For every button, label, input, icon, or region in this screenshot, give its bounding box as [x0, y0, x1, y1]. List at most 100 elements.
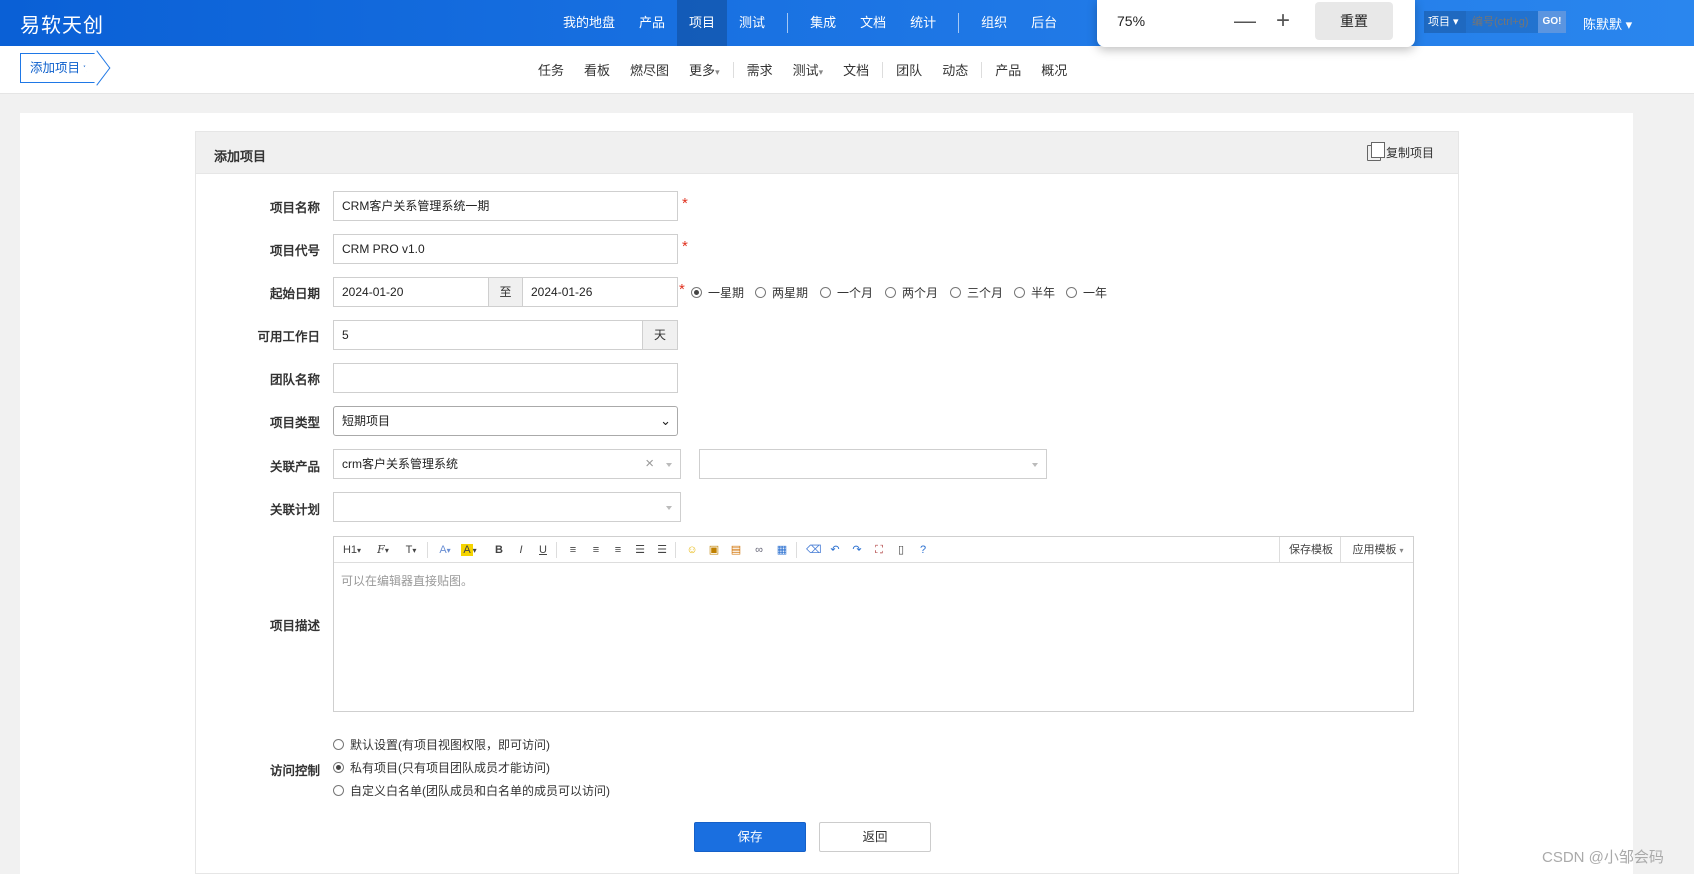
font-family-button[interactable]: F▾ — [372, 542, 394, 558]
redo-icon[interactable]: ↷ — [850, 542, 864, 558]
subnav-dynamic[interactable]: 动态 — [932, 60, 978, 79]
nav-item-company[interactable]: 组织 — [969, 0, 1019, 46]
duration-option-week[interactable]: 一星期 — [691, 284, 744, 301]
breadcrumb-add-project[interactable]: 添加项目 ▾ — [20, 53, 99, 83]
project-name-input[interactable]: CRM客户关系管理系统一期 — [333, 191, 678, 221]
nav-item-report[interactable]: 统计 — [898, 0, 948, 46]
subnav-view[interactable]: 概况 — [1031, 60, 1077, 79]
project-type-value: 短期项目 — [342, 414, 391, 428]
user-menu[interactable]: 陈默默 ▾ — [1583, 14, 1632, 33]
background-color-label: A — [461, 544, 473, 556]
clear-icon[interactable]: × — [645, 450, 654, 478]
fullscreen-icon[interactable]: ⛶ — [872, 542, 886, 558]
align-right-icon[interactable]: ≡ — [611, 542, 625, 558]
end-date-input[interactable]: 2024-01-26 — [522, 277, 678, 307]
apply-template-button[interactable]: 应用模板 ▾ — [1348, 542, 1408, 558]
link-icon[interactable]: ∞ — [751, 542, 767, 558]
plan-select[interactable] — [333, 492, 681, 522]
subnav-doc[interactable]: 文档 — [833, 60, 879, 79]
copy-project-button[interactable]: 复制项目 — [1366, 141, 1434, 161]
nav-item-admin[interactable]: 后台 — [1019, 0, 1069, 46]
project-code-input[interactable]: CRM PRO v1.0 — [333, 234, 678, 264]
subnav-burndown[interactable]: 燃尽图 — [620, 60, 679, 79]
brand-logo[interactable]: 易软天创 — [20, 9, 104, 38]
zoom-popup: 75% — + 重置 — [1097, 0, 1415, 47]
caret-down-icon — [1032, 463, 1038, 467]
radio-unchecked — [820, 287, 831, 298]
radio-checked — [691, 287, 702, 298]
emoji-icon[interactable]: ☺ — [685, 542, 699, 558]
ordered-list-icon[interactable]: ☰ — [633, 542, 647, 558]
font-color-button[interactable]: A▾ — [436, 542, 454, 558]
subnav-product[interactable]: 产品 — [985, 60, 1031, 79]
save-button[interactable]: 保存 — [694, 822, 806, 852]
zoom-out-button[interactable]: — — [1233, 8, 1257, 36]
zoom-in-button[interactable]: + — [1271, 8, 1295, 36]
image-icon[interactable]: ▣ — [707, 542, 721, 558]
back-button[interactable]: 返回 — [819, 822, 931, 852]
nav-item-qa[interactable]: 测试 — [727, 0, 777, 46]
nav-item-doc[interactable]: 文档 — [848, 0, 898, 46]
subnav-task[interactable]: 任务 — [528, 60, 574, 79]
duration-option-two-months[interactable]: 两个月 — [885, 284, 938, 301]
subnav-more[interactable]: 更多▾ — [679, 60, 730, 79]
help-icon[interactable]: ? — [916, 542, 930, 558]
chevron-down-icon: ▾ — [818, 67, 824, 77]
source-code-icon[interactable]: ▯ — [894, 542, 908, 558]
start-date-input[interactable]: 2024-01-20 — [333, 277, 489, 307]
radio-unchecked — [333, 785, 344, 796]
duration-option-half-year[interactable]: 半年 — [1014, 284, 1055, 301]
nav-divider — [787, 13, 789, 33]
subnav-divider — [732, 61, 734, 78]
heading-button[interactable]: H1▾ — [340, 542, 364, 558]
file-icon[interactable]: ▤ — [729, 542, 743, 558]
undo-icon[interactable]: ↶ — [828, 542, 842, 558]
duration-option-two-weeks[interactable]: 两星期 — [755, 284, 808, 301]
nav-divider — [958, 13, 960, 33]
subnav-test[interactable]: 测试▾ — [783, 60, 834, 79]
toolbar-divider — [675, 542, 676, 558]
align-left-icon[interactable]: ≡ — [566, 542, 580, 558]
product-value: crm客户关系管理系统 — [342, 457, 458, 471]
acl-option-whitelist[interactable]: 自定义白名单(团队成员和白名单的成员可以访问) — [333, 782, 610, 799]
align-center-icon[interactable]: ≡ — [589, 542, 603, 558]
subnav-divider — [882, 61, 884, 78]
subnav-story[interactable]: 需求 — [737, 60, 783, 79]
background-color-button[interactable]: A ▾ — [460, 542, 478, 558]
radio-unchecked — [1066, 287, 1077, 298]
unordered-list-icon[interactable]: ☰ — [655, 542, 669, 558]
search-go-button[interactable]: GO! — [1538, 11, 1566, 33]
product-branch-select[interactable] — [699, 449, 1047, 479]
nav-item-ci[interactable]: 集成 — [798, 0, 848, 46]
table-icon[interactable]: ▦ — [775, 542, 789, 558]
search-input[interactable] — [1466, 11, 1538, 33]
underline-button[interactable]: U — [537, 542, 549, 558]
zoom-reset-button[interactable]: 重置 — [1315, 2, 1393, 40]
project-type-select[interactable]: 短期项目 ⌄ — [333, 406, 678, 436]
bold-button[interactable]: B — [493, 542, 505, 558]
radio-unchecked — [885, 287, 896, 298]
duration-option-year[interactable]: 一年 — [1066, 284, 1107, 301]
required-mark: * — [679, 281, 685, 298]
chevron-down-icon: ▾ — [715, 67, 720, 77]
subnav-divider — [981, 61, 983, 78]
nav-item-product[interactable]: 产品 — [627, 0, 677, 46]
save-template-button[interactable]: 保存模板 — [1287, 542, 1335, 558]
italic-button[interactable]: I — [515, 542, 527, 558]
nav-item-dashboard[interactable]: 我的地盘 — [551, 0, 627, 46]
subnav-more-label: 更多 — [689, 63, 716, 78]
subnav-kanban[interactable]: 看板 — [574, 60, 620, 79]
product-select[interactable]: crm客户关系管理系统 × — [333, 449, 681, 479]
subnav-team[interactable]: 团队 — [886, 60, 932, 79]
duration-option-month[interactable]: 一个月 — [820, 284, 873, 301]
eraser-icon[interactable]: ⌫ — [806, 542, 822, 558]
search-type-select[interactable]: 项目 ▾ — [1424, 11, 1466, 33]
acl-option-private[interactable]: 私有项目(只有项目团队成员才能访问) — [333, 759, 550, 776]
acl-option-default[interactable]: 默认设置(有项目视图权限，即可访问) — [333, 736, 550, 753]
duration-option-three-months[interactable]: 三个月 — [950, 284, 1003, 301]
nav-item-project[interactable]: 项目 — [677, 0, 728, 46]
workdays-input[interactable]: 5 — [333, 320, 643, 350]
editor-content-area[interactable]: 可以在编辑器直接贴图。 — [334, 564, 1413, 711]
team-name-input[interactable] — [333, 363, 678, 393]
font-size-button[interactable]: T▾ — [400, 542, 422, 558]
